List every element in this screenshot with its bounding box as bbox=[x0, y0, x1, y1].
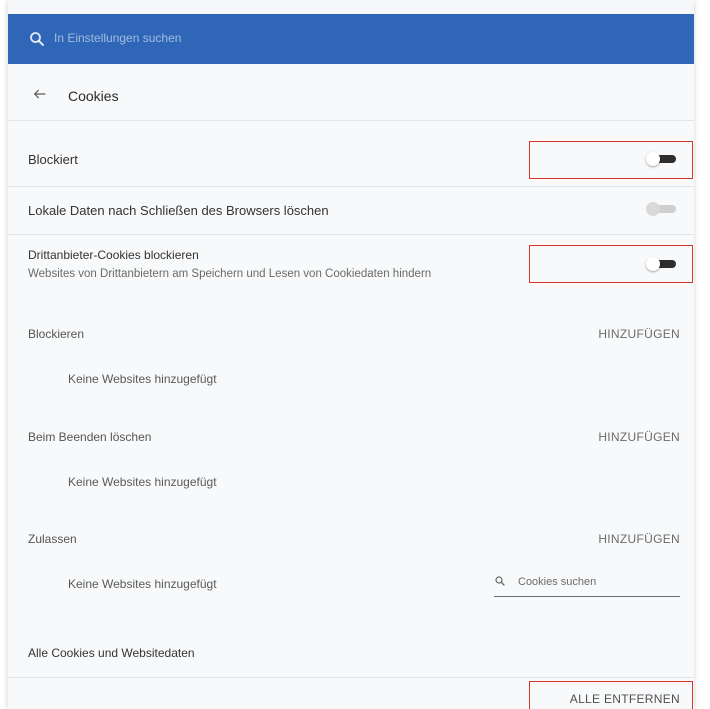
blocked-label: Blockiert bbox=[28, 152, 78, 167]
third-party-label: Drittanbieter-Cookies blockieren bbox=[28, 248, 199, 262]
section-title-clear-on-exit: Beim Beenden löschen bbox=[28, 430, 152, 444]
settings-page: In Einstellungen suchen Cookies Blockier… bbox=[8, 0, 694, 709]
back-arrow-icon[interactable] bbox=[32, 86, 48, 102]
add-clear-on-exit-button[interactable]: HINZUFÜGEN bbox=[598, 430, 680, 444]
highlight-box bbox=[529, 681, 693, 709]
block-empty-text: Keine Websites hinzugefügt bbox=[68, 372, 217, 386]
all-cookies-label: Alle Cookies und Websitedaten bbox=[28, 646, 195, 660]
clear-on-exit-label: Lokale Daten nach Schließen des Browsers… bbox=[28, 203, 329, 218]
search-icon bbox=[495, 576, 505, 586]
toggle-knob bbox=[646, 202, 660, 216]
divider bbox=[8, 120, 694, 121]
add-allow-button[interactable]: HINZUFÜGEN bbox=[598, 532, 680, 546]
cookies-search-field[interactable] bbox=[494, 568, 680, 597]
clear-on-exit-empty-text: Keine Websites hinzugefügt bbox=[68, 475, 217, 489]
allow-empty-text: Keine Websites hinzugefügt bbox=[68, 577, 217, 591]
cookies-search-input[interactable] bbox=[516, 570, 680, 594]
search-bar[interactable]: In Einstellungen suchen bbox=[8, 14, 694, 64]
search-placeholder[interactable]: In Einstellungen suchen bbox=[54, 31, 181, 45]
section-title-block: Blockieren bbox=[28, 327, 85, 341]
divider bbox=[8, 186, 694, 187]
search-icon bbox=[30, 32, 44, 46]
page-title: Cookies bbox=[68, 88, 119, 104]
cookies-panel: Cookies Blockiert Lokale Daten nach Schl… bbox=[8, 64, 694, 709]
clear-on-exit-toggle[interactable] bbox=[646, 202, 676, 216]
divider bbox=[8, 234, 694, 235]
section-title-allow: Zulassen bbox=[28, 532, 77, 546]
add-block-button[interactable]: HINZUFÜGEN bbox=[598, 327, 680, 341]
third-party-description: Websites von Drittanbietern am Speichern… bbox=[28, 268, 432, 280]
highlight-box bbox=[529, 141, 693, 179]
highlight-box bbox=[529, 245, 693, 283]
divider bbox=[8, 677, 694, 678]
